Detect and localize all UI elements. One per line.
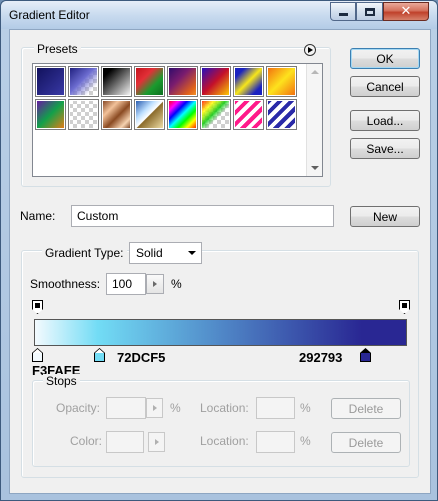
- color-picker-button: [148, 432, 165, 452]
- gradient-type-select[interactable]: Solid: [129, 242, 202, 264]
- smoothness-percent-sign: %: [171, 277, 182, 291]
- gradient-editor-window: Gradient Editor ✕ Presets OK Cancel Load…: [0, 0, 438, 501]
- gradient-name-field[interactable]: Custom: [71, 205, 334, 227]
- preset-swatch-blue-yellow-blue[interactable]: [233, 66, 264, 97]
- flyout-arrow-icon: [308, 47, 313, 53]
- load-button[interactable]: Load...: [350, 110, 420, 131]
- close-icon: ✕: [400, 3, 412, 19]
- preset-swatch-transparent-rainbow[interactable]: [200, 99, 231, 130]
- preset-swatch-violet-green-orange[interactable]: [35, 99, 66, 130]
- smoothness-label: Smoothness:: [30, 277, 101, 291]
- maximize-icon: [364, 7, 375, 16]
- minimize-icon: [338, 13, 348, 16]
- presets-label: Presets: [34, 42, 81, 56]
- preset-swatch-foreground-to-background[interactable]: [35, 66, 66, 97]
- scroll-down-icon[interactable]: [311, 166, 319, 170]
- preset-swatch-spectrum[interactable]: [167, 99, 198, 130]
- maximize-button[interactable]: [356, 2, 383, 21]
- color-stop-3-hex: 292793: [299, 350, 343, 365]
- scroll-up-icon[interactable]: [311, 70, 319, 74]
- color-swatch: [106, 431, 144, 453]
- preset-swatch-transparent-stripes-blue[interactable]: [266, 99, 297, 130]
- smoothness-input[interactable]: 100: [106, 273, 146, 295]
- opacity-delete-button: Delete: [331, 398, 401, 419]
- opacity-input: [106, 397, 146, 419]
- triangle-right-icon: [153, 281, 157, 287]
- preset-swatch-black-white[interactable]: [101, 66, 132, 97]
- presets-scrollbar[interactable]: [306, 64, 322, 176]
- opacity-location-label: Location:: [200, 401, 249, 415]
- opacity-label: Opacity:: [56, 401, 101, 415]
- smoothness-slider-button[interactable]: [146, 274, 164, 294]
- chevron-down-icon: [188, 251, 196, 255]
- opacity-location-input: [256, 397, 295, 419]
- opacity-percent-sign: %: [170, 401, 181, 415]
- title-bar[interactable]: Gradient Editor ✕: [1, 1, 437, 29]
- preset-swatch-orange-yellow-orange[interactable]: [266, 66, 297, 97]
- swatch-grid: [33, 64, 307, 176]
- close-button[interactable]: ✕: [383, 2, 429, 21]
- save-button[interactable]: Save...: [350, 138, 420, 159]
- gradient-type-value: Solid: [136, 246, 163, 260]
- preset-swatch-blue-red-yellow[interactable]: [200, 66, 231, 97]
- preset-swatch-copper[interactable]: [101, 99, 132, 130]
- stops-label: Stops: [43, 374, 80, 388]
- new-button[interactable]: New: [350, 206, 420, 227]
- triangle-right-icon: [152, 405, 157, 411]
- name-label: Name:: [20, 209, 56, 223]
- color-location-input: [256, 431, 295, 453]
- gradient-type-label: Gradient Type:: [42, 246, 127, 260]
- dialog-client-area: Presets OK Cancel Load... Save... Name: …: [9, 29, 431, 494]
- stops-group: [32, 380, 410, 467]
- triangle-right-icon: [154, 439, 159, 445]
- cancel-button[interactable]: Cancel: [350, 76, 420, 97]
- ok-button[interactable]: OK: [350, 48, 420, 69]
- presets-menu-button[interactable]: [304, 44, 316, 56]
- window-title: Gradient Editor: [9, 8, 90, 22]
- preset-swatch-yellow-violet-orange-blue[interactable]: [68, 99, 99, 130]
- color-location-percent-sign: %: [300, 434, 311, 448]
- preset-swatch-transparent-stripes-pink[interactable]: [233, 99, 264, 130]
- preset-swatch-red-green[interactable]: [134, 66, 165, 97]
- minimize-button[interactable]: [330, 2, 356, 21]
- preset-swatch-foreground-to-transparent[interactable]: [68, 66, 99, 97]
- preset-swatch-chrome[interactable]: [134, 99, 165, 130]
- gradient-preview-bar[interactable]: [34, 319, 407, 346]
- opacity-slider-button: [146, 398, 163, 418]
- preset-swatch-violet-orange[interactable]: [167, 66, 198, 97]
- color-label: Color:: [70, 434, 103, 448]
- color-stop-2-hex: 72DCF5: [117, 350, 166, 365]
- color-delete-button: Delete: [331, 432, 401, 453]
- presets-swatch-list[interactable]: [32, 63, 323, 177]
- color-location-label: Location:: [200, 434, 249, 448]
- opacity-location-percent-sign: %: [300, 401, 311, 415]
